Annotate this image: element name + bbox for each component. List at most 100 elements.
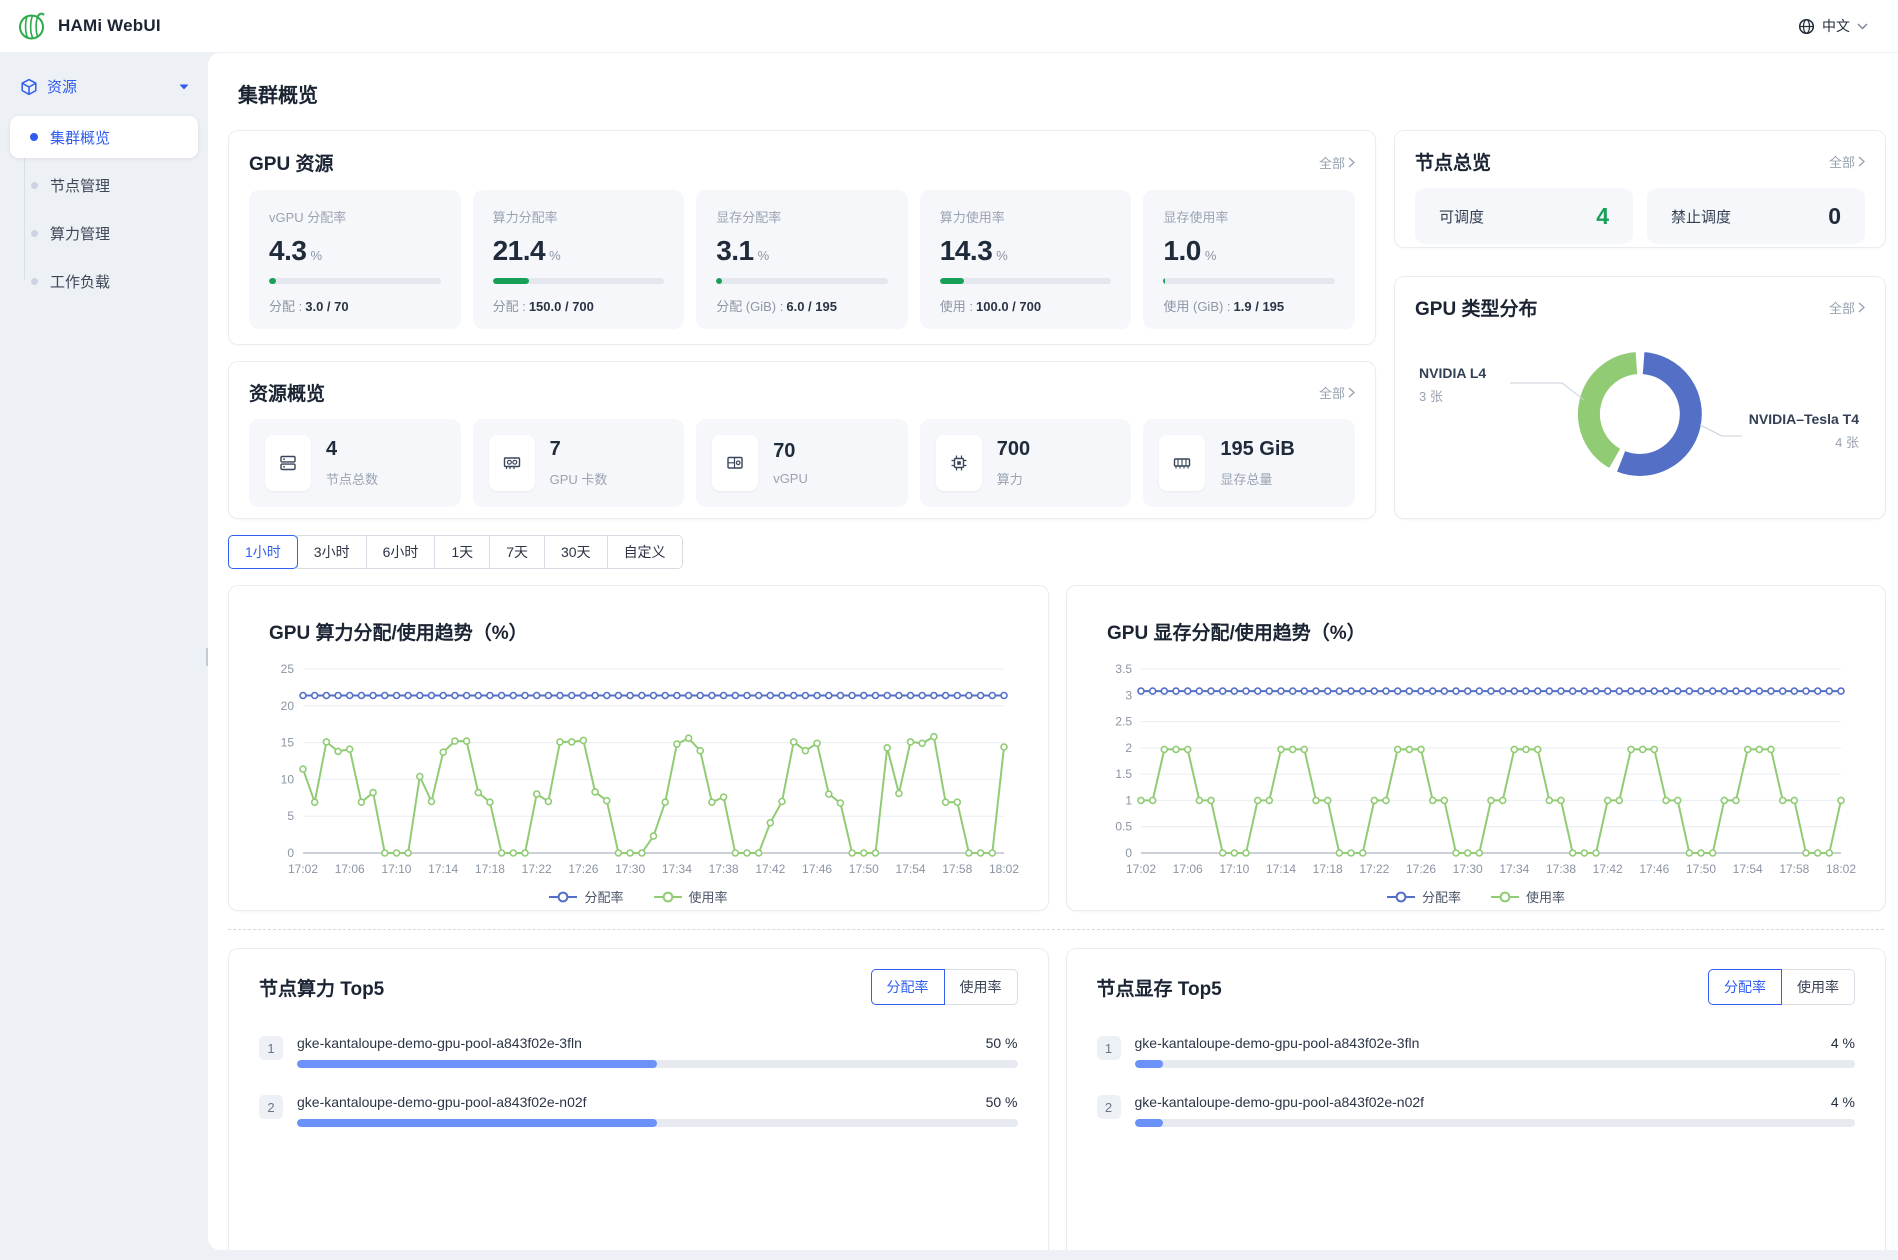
sidebar-resize-handle[interactable] bbox=[206, 648, 208, 666]
node-value: 4 % bbox=[1831, 1094, 1855, 1110]
svg-text:17:14: 17:14 bbox=[1266, 862, 1296, 876]
resource-label: 算力 bbox=[997, 469, 1030, 488]
top5-toggle-group: 分配率使用率 bbox=[1708, 969, 1855, 1005]
resource-value: 700 bbox=[997, 438, 1030, 461]
resource-overview-card: 资源概览 全部 4节点总数7GPU 卡数70vGPU700算力195 GiB显存… bbox=[228, 361, 1376, 519]
resource-box-2: 70vGPU bbox=[696, 419, 908, 507]
time-tab-7天[interactable]: 7天 bbox=[489, 535, 545, 569]
resource-label: 显存总量 bbox=[1220, 469, 1294, 488]
node-progress-bar bbox=[297, 1119, 1018, 1127]
rank-badge: 1 bbox=[259, 1036, 283, 1060]
top5-row-item: 2gke-kantaloupe-demo-gpu-pool-a843f02e-n… bbox=[259, 1094, 1018, 1127]
compute-trend-chart: 051015202517:0217:0617:1017:1417:1817:22… bbox=[257, 657, 1020, 883]
stat-value: 3.1 bbox=[716, 235, 753, 267]
main-panel: 集群概览 GPU 资源 全部 vGPU 分配率4.3%分配 :3.0 / 70算… bbox=[208, 53, 1898, 1250]
svg-text:17:50: 17:50 bbox=[849, 862, 879, 876]
top5-toggle-分配率[interactable]: 分配率 bbox=[1708, 969, 1782, 1005]
node-overview-title: 节点总览 bbox=[1415, 148, 1491, 175]
gpu-stat-box-0: vGPU 分配率4.3%分配 :3.0 / 70 bbox=[249, 190, 461, 329]
legend-item-使用率[interactable]: 使用率 bbox=[654, 887, 728, 906]
svg-text:17:30: 17:30 bbox=[1453, 862, 1483, 876]
gpu-resource-all-link[interactable]: 全部 bbox=[1319, 153, 1355, 172]
node-progress-bar bbox=[297, 1060, 1018, 1068]
cube-icon bbox=[20, 78, 38, 96]
compute-icon bbox=[936, 435, 982, 491]
resource-value: 195 GiB bbox=[1220, 438, 1294, 461]
chevron-right-icon bbox=[1858, 156, 1865, 167]
node-value: 50 % bbox=[986, 1094, 1018, 1110]
top5-title: 节点显存 Top5 bbox=[1097, 974, 1222, 1001]
time-tab-1天[interactable]: 1天 bbox=[434, 535, 490, 569]
top5-toggle-分配率[interactable]: 分配率 bbox=[871, 969, 945, 1005]
top5-row-item: 2gke-kantaloupe-demo-gpu-pool-a843f02e-n… bbox=[1097, 1094, 1856, 1127]
sidebar-item-0[interactable]: 集群概览 bbox=[10, 116, 198, 158]
svg-text:17:38: 17:38 bbox=[1546, 862, 1576, 876]
sidebar-item-1[interactable]: 节点管理 bbox=[10, 164, 198, 206]
legend-item-分配率[interactable]: 分配率 bbox=[1387, 887, 1461, 906]
stat-label: vGPU 分配率 bbox=[269, 207, 441, 226]
legend-label: 分配率 bbox=[1422, 887, 1461, 906]
node-overview-box-1: 禁止调度0 bbox=[1647, 188, 1865, 244]
time-tab-3小时[interactable]: 3小时 bbox=[297, 535, 367, 569]
legend-item-使用率[interactable]: 使用率 bbox=[1491, 887, 1565, 906]
sidebar-item-3[interactable]: 工作负载 bbox=[10, 260, 198, 302]
rank-badge: 2 bbox=[1097, 1095, 1121, 1119]
top5-card-0: 节点算力 Top5分配率使用率1gke-kantaloupe-demo-gpu-… bbox=[228, 948, 1049, 1250]
app-title: HAMi WebUI bbox=[58, 16, 161, 36]
legend-item-分配率[interactable]: 分配率 bbox=[549, 887, 623, 906]
gpu-stat-box-1: 算力分配率21.4%分配 :150.0 / 700 bbox=[473, 190, 685, 329]
svg-text:17:38: 17:38 bbox=[709, 862, 739, 876]
legend-marker-icon bbox=[1387, 891, 1415, 903]
tree-dot-icon bbox=[30, 133, 38, 141]
node-name: gke-kantaloupe-demo-gpu-pool-a843f02e-n0… bbox=[297, 1094, 587, 1110]
top5-toggle-使用率[interactable]: 使用率 bbox=[944, 969, 1018, 1005]
legend-marker-icon bbox=[549, 891, 577, 903]
gpu-type-all-link[interactable]: 全部 bbox=[1829, 298, 1865, 317]
time-tab-6小时[interactable]: 6小时 bbox=[366, 535, 436, 569]
time-tab-1小时[interactable]: 1小时 bbox=[228, 535, 298, 569]
resource-value: 4 bbox=[326, 438, 378, 461]
sidebar-item-2[interactable]: 算力管理 bbox=[10, 212, 198, 254]
sidebar-group-resources[interactable]: 资源 bbox=[0, 61, 208, 110]
brand: HAMi WebUI bbox=[16, 10, 161, 42]
svg-text:17:10: 17:10 bbox=[381, 862, 411, 876]
stat-label: 算力使用率 bbox=[940, 207, 1112, 226]
chevron-right-icon bbox=[1858, 302, 1865, 313]
caret-down-icon bbox=[178, 83, 190, 91]
stat-subtext: 分配 (GiB) :6.0 / 195 bbox=[716, 296, 888, 315]
tree-dot-icon bbox=[31, 230, 38, 237]
time-tab-30天[interactable]: 30天 bbox=[544, 535, 608, 569]
time-tab-自定义[interactable]: 自定义 bbox=[607, 535, 683, 569]
svg-text:0.5: 0.5 bbox=[1115, 820, 1132, 834]
top5-toggle-group: 分配率使用率 bbox=[871, 969, 1018, 1005]
stat-progress-bar bbox=[716, 278, 888, 284]
svg-text:2.5: 2.5 bbox=[1115, 715, 1132, 729]
svg-text:17:42: 17:42 bbox=[755, 862, 785, 876]
svg-text:18:02: 18:02 bbox=[1826, 862, 1856, 876]
gpu-resource-card: GPU 资源 全部 vGPU 分配率4.3%分配 :3.0 / 70算力分配率2… bbox=[228, 130, 1376, 345]
resource-overview-title: 资源概览 bbox=[249, 379, 325, 406]
stat-progress-bar bbox=[269, 278, 441, 284]
svg-text:3: 3 bbox=[1125, 688, 1132, 702]
node-overview-card: 节点总览 全部 可调度4禁止调度0 bbox=[1394, 130, 1886, 248]
legend-label: 分配率 bbox=[584, 887, 623, 906]
topbar: HAMi WebUI 中文 bbox=[0, 0, 1898, 53]
svg-text:2: 2 bbox=[1125, 741, 1132, 755]
resource-box-1: 7GPU 卡数 bbox=[473, 419, 685, 507]
svg-text:17:50: 17:50 bbox=[1686, 862, 1716, 876]
svg-text:17:02: 17:02 bbox=[1126, 862, 1156, 876]
stat-progress-bar bbox=[1163, 278, 1335, 284]
sidebar-item-label: 集群概览 bbox=[50, 127, 110, 148]
top5-toggle-使用率[interactable]: 使用率 bbox=[1781, 969, 1855, 1005]
stat-label: 显存分配率 bbox=[716, 207, 888, 226]
svg-text:10: 10 bbox=[281, 772, 295, 786]
sidebar-group-label: 资源 bbox=[47, 76, 77, 97]
resource-overview-all-link[interactable]: 全部 bbox=[1319, 383, 1355, 402]
node-overview-all-link[interactable]: 全部 bbox=[1829, 152, 1865, 171]
svg-text:17:22: 17:22 bbox=[522, 862, 552, 876]
stat-unit: % bbox=[758, 248, 770, 263]
legend-marker-icon bbox=[1491, 891, 1519, 903]
node-name: gke-kantaloupe-demo-gpu-pool-a843f02e-3f… bbox=[1135, 1035, 1420, 1051]
svg-text:17:30: 17:30 bbox=[615, 862, 645, 876]
language-selector[interactable]: 中文 bbox=[1798, 16, 1868, 36]
